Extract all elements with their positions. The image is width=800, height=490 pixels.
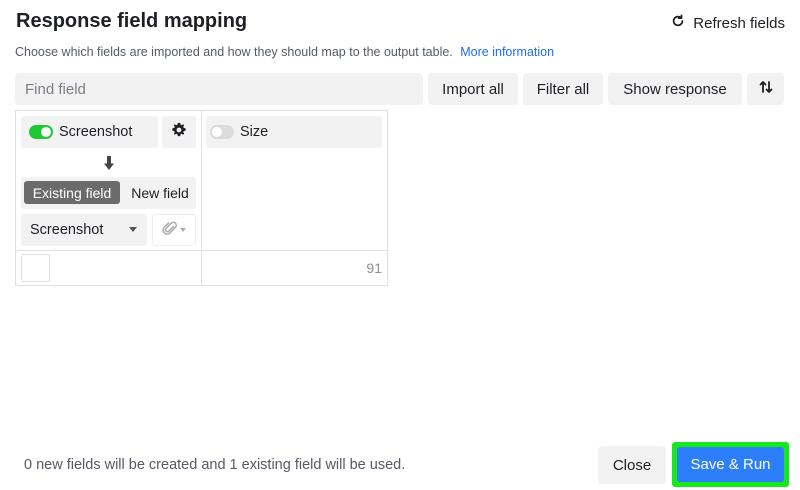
show-response-button[interactable]: Show response <box>608 73 742 105</box>
field-name-screenshot: Screenshot <box>59 124 133 140</box>
field-mapping-grid: Screenshot Existing field New field Scre… <box>15 110 388 286</box>
target-field-value: Screenshot <box>30 222 104 238</box>
response-field-mapping-dialog: Response field mapping Refresh fields Ch… <box>0 0 800 490</box>
small-chevron-down-icon <box>180 228 186 232</box>
screenshot-preview-thumbnail <box>21 254 50 282</box>
row-divider <box>16 250 387 251</box>
field-settings-button[interactable] <box>162 116 196 148</box>
field-name-size: Size <box>240 124 269 140</box>
field-mode-toggle: Existing field New field <box>21 177 196 209</box>
new-field-option[interactable]: New field <box>125 181 195 204</box>
filter-all-button[interactable]: Filter all <box>523 73 603 105</box>
field-toggle-screenshot[interactable] <box>29 125 53 139</box>
chevron-down-icon <box>129 227 137 232</box>
field-chip-screenshot[interactable]: Screenshot <box>21 116 158 148</box>
import-all-button[interactable]: Import all <box>428 73 518 105</box>
size-preview-value: 91 <box>366 260 382 276</box>
close-button[interactable]: Close <box>598 446 666 484</box>
refresh-fields-label: Refresh fields <box>693 14 785 32</box>
subtitle-text: Choose which fields are imported and how… <box>15 45 453 59</box>
sort-arrows-icon <box>759 80 773 98</box>
field-toggle-size[interactable] <box>210 125 234 139</box>
save-and-run-button[interactable]: Save & Run <box>677 447 784 482</box>
arrow-down-icon <box>102 155 116 171</box>
save-run-highlight: Save & Run <box>672 442 789 487</box>
dialog-subtitle: Choose which fields are imported and how… <box>15 44 554 60</box>
find-field-input[interactable] <box>15 73 423 105</box>
paperclip-icon <box>162 220 178 241</box>
refresh-fields-button[interactable]: Refresh fields <box>671 12 785 34</box>
refresh-icon <box>671 14 685 32</box>
dialog-title: Response field mapping <box>16 10 248 32</box>
field-chip-size[interactable]: Size <box>206 116 382 148</box>
mapping-summary: 0 new fields will be created and 1 exist… <box>24 457 406 473</box>
target-field-select[interactable]: Screenshot <box>21 214 147 246</box>
more-information-link[interactable]: More information <box>460 45 554 59</box>
field-type-button[interactable] <box>152 214 196 246</box>
existing-field-option[interactable]: Existing field <box>24 181 120 204</box>
gear-icon <box>171 122 187 143</box>
sort-button[interactable] <box>747 73 784 105</box>
